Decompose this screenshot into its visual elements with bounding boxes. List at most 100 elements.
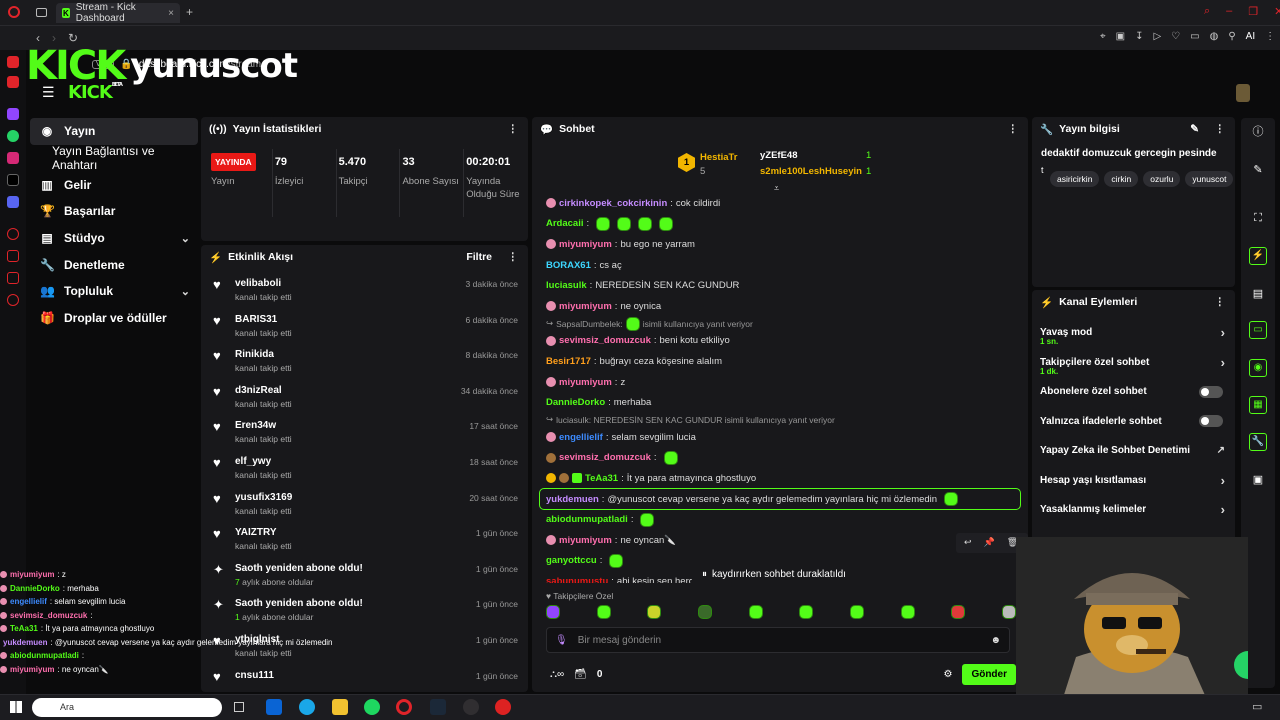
emote-icon[interactable] [1001, 605, 1016, 619]
chat-message[interactable]: engellielif: selam sevgilim lucia [532, 427, 1028, 448]
chat-username[interactable]: TeAa31 [585, 473, 618, 484]
user-avatar[interactable] [1236, 84, 1250, 102]
pin-icon[interactable]: ⌖ [1100, 31, 1106, 42]
top-gifter-name[interactable]: HestiaTr [700, 152, 738, 163]
chat-username[interactable]: miyumiyum [559, 377, 612, 388]
chat-input[interactable]: 🎙 Bir mesaj gönderin ☻ [546, 627, 1010, 653]
edit-icon[interactable]: ✎ [1250, 162, 1266, 178]
more-options-icon[interactable]: ⋮ [508, 123, 519, 135]
emote-icon[interactable] [748, 605, 763, 619]
close-window-icon[interactable]: ✕ [1274, 5, 1280, 18]
tag-chip[interactable]: asiricirkin [1050, 171, 1100, 187]
chat-message[interactable]: Ardacaii: [532, 214, 1028, 235]
broadcast-icon[interactable]: ◉ [1249, 359, 1267, 377]
chat-message[interactable]: DannieDorko: merhaba [532, 392, 1028, 413]
menu-icon[interactable]: ⋮ [1265, 31, 1275, 42]
task-view-icon[interactable] [234, 702, 244, 712]
filter-button[interactable]: Filtre [466, 251, 492, 263]
file-explorer-icon[interactable] [332, 699, 348, 715]
chat-message[interactable]: luciasulk: NEREDESİN SEN KAC GUNDUR [532, 275, 1028, 296]
opera-logo-icon[interactable] [8, 6, 20, 18]
tab-overview-icon[interactable] [36, 8, 47, 17]
emoji-icon[interactable]: ☻ [990, 635, 1001, 646]
more-options-icon[interactable]: ⋮ [508, 251, 519, 263]
chest-icon[interactable]: 🗃 [574, 669, 587, 680]
nav-item-denetleme[interactable]: 🔧 Denetleme [30, 251, 198, 278]
activity-item[interactable]: ♥ yusufix3169 kanalı takip etti 20 saat önc… [201, 487, 528, 523]
chat-message[interactable]: TeAa31: İt ya para atmayınca ghostluyo [532, 468, 1028, 489]
snapshot-icon[interactable]: ▣ [1116, 31, 1125, 42]
reply-context[interactable]: ↪ SapsalDumbelek: isimli kullanıcıya yanı… [532, 316, 1028, 331]
chat-username[interactable]: sabunumustu [546, 576, 608, 583]
edge-icon[interactable] [299, 699, 315, 715]
channel-action-item[interactable]: Abonelere özel sohbet [1032, 377, 1235, 407]
info-icon[interactable]: ⓘ [1250, 124, 1266, 140]
layout-icon[interactable]: ▦ [1249, 396, 1267, 414]
chat-message[interactable]: BORAX61: cs aç [532, 255, 1028, 276]
emote-icon[interactable] [697, 605, 712, 619]
tag-chip[interactable]: yunuscot [1185, 171, 1234, 187]
search-tabs-icon[interactable]: ⌕ [1204, 5, 1210, 18]
instagram-icon[interactable] [7, 152, 19, 164]
edit-icon[interactable]: ✎ [1190, 123, 1199, 135]
clipboard-icon[interactable]: ▤ [1250, 286, 1266, 302]
reply-icon[interactable]: ↩ [964, 537, 972, 549]
points-icon[interactable]: ⛬∞ [550, 669, 564, 680]
kick-logo[interactable]: KICK yunuscot [26, 46, 298, 86]
emote-icon[interactable] [951, 605, 966, 619]
nav-item-topluluk[interactable]: 👥 Topluluk ⌄ [30, 278, 198, 305]
hamburger-menu-icon[interactable]: ☰ [42, 85, 56, 99]
chat-username[interactable]: yukdemuen [546, 494, 599, 505]
outlook-icon[interactable] [266, 699, 282, 715]
chat-username[interactable]: Besir1717 [546, 356, 591, 367]
nav-item-droplar[interactable]: 🎁 Droplar ve ödüller [30, 305, 198, 332]
activity-item[interactable]: ♥ elf_ywy kanalı takip etti 18 saat önce [201, 451, 528, 487]
gifter-name[interactable]: s2mle100LeshHuseyin [760, 166, 862, 177]
account-icon[interactable]: ◍ [1210, 31, 1219, 42]
minimize-icon[interactable]: – [1226, 5, 1232, 18]
pin-message-icon[interactable]: 📌 [984, 537, 995, 549]
fullscreen-icon[interactable]: ⛶ [1250, 210, 1266, 226]
close-tab-icon[interactable]: × [168, 8, 174, 19]
notifications-icon[interactable]: ▭ [1252, 700, 1262, 713]
more-options-icon[interactable]: ⋮ [1215, 296, 1226, 308]
sidebar-app-icon[interactable] [7, 76, 19, 88]
spotify-icon[interactable] [364, 699, 380, 715]
chat-message[interactable]: sevimsiz_domuzcuk: [532, 448, 1028, 469]
chat-username[interactable]: sevimsiz_domuzcuk [559, 452, 651, 463]
activity-item[interactable]: ♥ YAIZTRY kanalı takip etti 1 gün önce [201, 522, 528, 558]
emote-icon[interactable] [647, 605, 662, 619]
channel-action-item[interactable]: Yavaş mod 1 sn. › [1032, 318, 1235, 348]
wallet-sidebar-icon[interactable] [7, 272, 19, 284]
obs-icon[interactable] [463, 699, 479, 715]
chat-message[interactable]: miyumiyum: z [532, 372, 1028, 393]
chat-username[interactable]: miyumiyum [559, 301, 612, 312]
nav-item-basarilar[interactable]: 🏆 Başarılar [30, 198, 198, 225]
chat-message[interactable]: abiodunmupatladi: [532, 509, 1028, 530]
ai-button[interactable]: AI [1246, 31, 1255, 42]
channel-action-item[interactable]: Yalnızca ifadelerle sohbet [1032, 407, 1235, 437]
chat-message[interactable]: miyumiyum: bu ego ne yarram [532, 234, 1028, 255]
discord-icon[interactable] [7, 196, 19, 208]
toggle-switch[interactable] [1199, 385, 1223, 398]
chat-username[interactable]: ganyottccu [546, 555, 597, 566]
chat-username[interactable]: engellielif [559, 432, 603, 443]
play-icon[interactable]: ▷ [1153, 31, 1161, 42]
chat-username[interactable]: DannieDorko [546, 397, 605, 408]
chat-username[interactable]: abiodunmupatladi [546, 514, 628, 525]
chat-username[interactable]: Ardacaii [546, 218, 584, 229]
emote-icon[interactable] [596, 605, 611, 619]
activity-item[interactable]: ♥ Rinikida kanalı takip etti 8 dakika önce [201, 344, 528, 380]
emote-icon[interactable] [900, 605, 915, 619]
send-button[interactable]: Gönder [962, 663, 1016, 685]
settings-sidebar-icon[interactable] [7, 294, 19, 306]
taskbar-search[interactable]: Ara [32, 698, 222, 717]
maximize-icon[interactable]: ❐ [1248, 5, 1258, 18]
microphone-icon[interactable]: 🎙 [555, 635, 568, 646]
reply-context[interactable]: ↪ luciasulk: NEREDESİN SEN KAC GUNDUR isi… [532, 413, 1028, 427]
chat-username[interactable]: miyumiyum [559, 239, 612, 250]
wallet-icon[interactable]: ▭ [1190, 31, 1199, 42]
more-options-icon[interactable]: ⋮ [1215, 123, 1226, 135]
emote-icon[interactable] [849, 605, 864, 619]
chat-paused-banner[interactable]: ⏸ kaydırırken sohbet duraklatıldı [692, 565, 856, 584]
